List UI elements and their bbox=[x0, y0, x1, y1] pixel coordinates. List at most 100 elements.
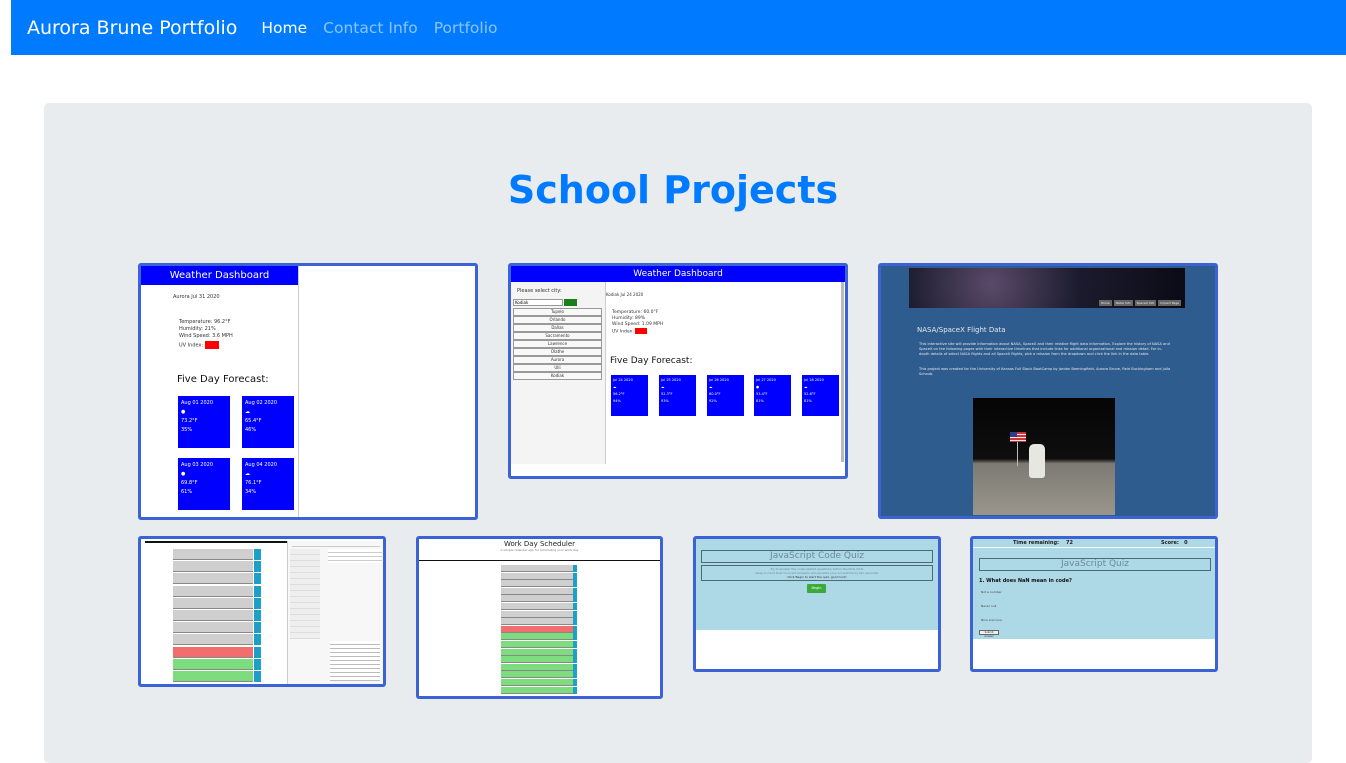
time-block[interactable] bbox=[173, 610, 261, 621]
time-block[interactable] bbox=[501, 648, 577, 656]
nasa-nav-item[interactable]: Impact Page bbox=[1158, 300, 1181, 306]
save-button[interactable] bbox=[254, 585, 261, 597]
answer-option[interactable]: Never null bbox=[981, 604, 996, 608]
quiz-title: JavaScript Code Quiz bbox=[701, 550, 933, 563]
project-thumb-weather-1[interactable]: Weather Dashboard Aurora Jul 31 2020 Tem… bbox=[138, 263, 478, 520]
save-button[interactable] bbox=[573, 587, 577, 595]
save-button[interactable] bbox=[573, 656, 577, 664]
city-list-item[interactable]: Tupelo bbox=[513, 308, 602, 316]
time-block[interactable] bbox=[501, 610, 577, 618]
weather1-forecast-title: Five Day Forecast: bbox=[177, 374, 269, 385]
brand-link[interactable]: Aurora Brune Portfolio bbox=[27, 17, 237, 39]
project-thumb-quiz-2[interactable]: Time remaining: 72 Score: 0 JavaScript Q… bbox=[970, 536, 1218, 672]
time-block[interactable] bbox=[173, 549, 261, 560]
answer-option[interactable]: Nine and nine bbox=[981, 618, 1002, 622]
time-block[interactable] bbox=[501, 587, 577, 595]
save-button[interactable] bbox=[254, 658, 261, 670]
save-button[interactable] bbox=[254, 671, 261, 682]
answer-option[interactable]: Not a number bbox=[981, 590, 1002, 594]
save-button[interactable] bbox=[254, 561, 261, 573]
time-block[interactable] bbox=[173, 658, 261, 670]
begin-button[interactable]: Begin bbox=[807, 584, 826, 593]
city-list-item[interactable]: Aurora bbox=[513, 356, 602, 364]
time-block[interactable] bbox=[501, 633, 577, 641]
save-button[interactable] bbox=[573, 663, 577, 671]
city-list-item[interactable]: Dallas bbox=[513, 324, 602, 332]
save-button[interactable] bbox=[573, 679, 577, 686]
project-thumb-nasa[interactable]: Home NASA Info SpaceX Info Impact Page NASA… bbox=[878, 263, 1218, 519]
save-button[interactable] bbox=[573, 610, 577, 618]
forecast-card: Jul 24 2020 ☁ 56.2°F 94% bbox=[611, 375, 648, 416]
project-thumb-quiz-1[interactable]: JavaScript Code Quiz Try to answer the c… bbox=[693, 536, 941, 672]
time-block[interactable] bbox=[501, 603, 577, 610]
city-list-item[interactable]: Orlando bbox=[513, 316, 602, 324]
save-button[interactable] bbox=[573, 641, 577, 648]
save-button[interactable] bbox=[254, 634, 261, 646]
save-button[interactable] bbox=[254, 549, 261, 560]
nasa-nav-item[interactable]: Home bbox=[1098, 300, 1112, 306]
forecast-temp: 60.0°F bbox=[709, 392, 721, 396]
save-button[interactable] bbox=[573, 671, 577, 679]
time-block[interactable] bbox=[501, 565, 577, 572]
time-block[interactable] bbox=[501, 679, 577, 686]
devtools-panel bbox=[287, 541, 383, 684]
time-block[interactable] bbox=[173, 646, 261, 658]
save-button[interactable] bbox=[573, 572, 577, 580]
project-thumb-scheduler-1[interactable] bbox=[138, 536, 386, 687]
time-block[interactable] bbox=[501, 641, 577, 648]
save-button[interactable] bbox=[573, 686, 577, 694]
city-list-item[interactable]: Olathe bbox=[513, 348, 602, 356]
forecast-card: Aug 01 2020 ● 73.2°F 35% bbox=[178, 396, 230, 448]
city-list-item[interactable]: Sacramento bbox=[513, 332, 602, 340]
time-block[interactable] bbox=[501, 686, 577, 694]
save-button[interactable] bbox=[254, 622, 261, 634]
save-button[interactable] bbox=[573, 648, 577, 656]
cloud-icon: ☁ bbox=[245, 471, 250, 477]
city-list-item[interactable]: Lawrence bbox=[513, 340, 602, 348]
save-button[interactable] bbox=[254, 646, 261, 658]
time-block[interactable] bbox=[173, 573, 261, 585]
save-button[interactable] bbox=[573, 633, 577, 641]
nav-contact-link[interactable]: Contact Info bbox=[323, 19, 418, 37]
time-block[interactable] bbox=[173, 561, 261, 573]
nav-portfolio-link[interactable]: Portfolio bbox=[434, 19, 498, 37]
time-block[interactable] bbox=[501, 618, 577, 626]
save-button[interactable] bbox=[573, 625, 577, 633]
save-button[interactable] bbox=[254, 573, 261, 585]
time-block[interactable] bbox=[501, 580, 577, 588]
city-list-item[interactable]: Ulli bbox=[513, 364, 602, 372]
scrollbar[interactable] bbox=[841, 282, 844, 462]
city-input[interactable]: Kodiak bbox=[513, 299, 563, 306]
city-list-item[interactable]: Kodiak bbox=[513, 372, 602, 380]
save-button[interactable] bbox=[254, 597, 261, 609]
time-block[interactable] bbox=[501, 671, 577, 679]
time-block[interactable] bbox=[173, 597, 261, 609]
project-thumb-scheduler-2[interactable]: Work Day Scheduler A simple calendar app… bbox=[416, 536, 663, 699]
save-button[interactable] bbox=[573, 603, 577, 610]
time-block[interactable] bbox=[173, 671, 261, 682]
time-block[interactable] bbox=[501, 625, 577, 633]
nav-home-link[interactable]: Home bbox=[261, 19, 307, 37]
rain-icon: ● bbox=[181, 471, 186, 477]
time-block[interactable] bbox=[501, 663, 577, 671]
nasa-intro: This interactive site will provide infor… bbox=[919, 342, 1170, 356]
time-remaining: Time remaining: 72 bbox=[1013, 540, 1073, 546]
forecast-card: Jul 27 2020 ● 53.4°F 81% bbox=[754, 375, 791, 416]
search-button[interactable] bbox=[564, 299, 577, 306]
save-button[interactable] bbox=[573, 595, 577, 603]
nasa-nav-item[interactable]: SpaceX Info bbox=[1134, 300, 1157, 306]
time-block[interactable] bbox=[173, 585, 261, 597]
time-block[interactable] bbox=[173, 622, 261, 634]
time-block[interactable] bbox=[501, 595, 577, 603]
time-block[interactable] bbox=[501, 656, 577, 664]
project-thumb-weather-2[interactable]: Weather Dashboard Please select city: Ko… bbox=[508, 263, 848, 479]
save-button[interactable] bbox=[254, 610, 261, 621]
score: Score: 0 bbox=[1161, 540, 1188, 546]
save-button[interactable] bbox=[573, 580, 577, 588]
nasa-nav-item[interactable]: NASA Info bbox=[1113, 300, 1133, 306]
time-block[interactable] bbox=[173, 634, 261, 646]
save-button[interactable] bbox=[573, 565, 577, 572]
submit-answer-button[interactable]: Submit Answer bbox=[979, 630, 999, 638]
save-button[interactable] bbox=[573, 618, 577, 626]
time-block[interactable] bbox=[501, 572, 577, 580]
